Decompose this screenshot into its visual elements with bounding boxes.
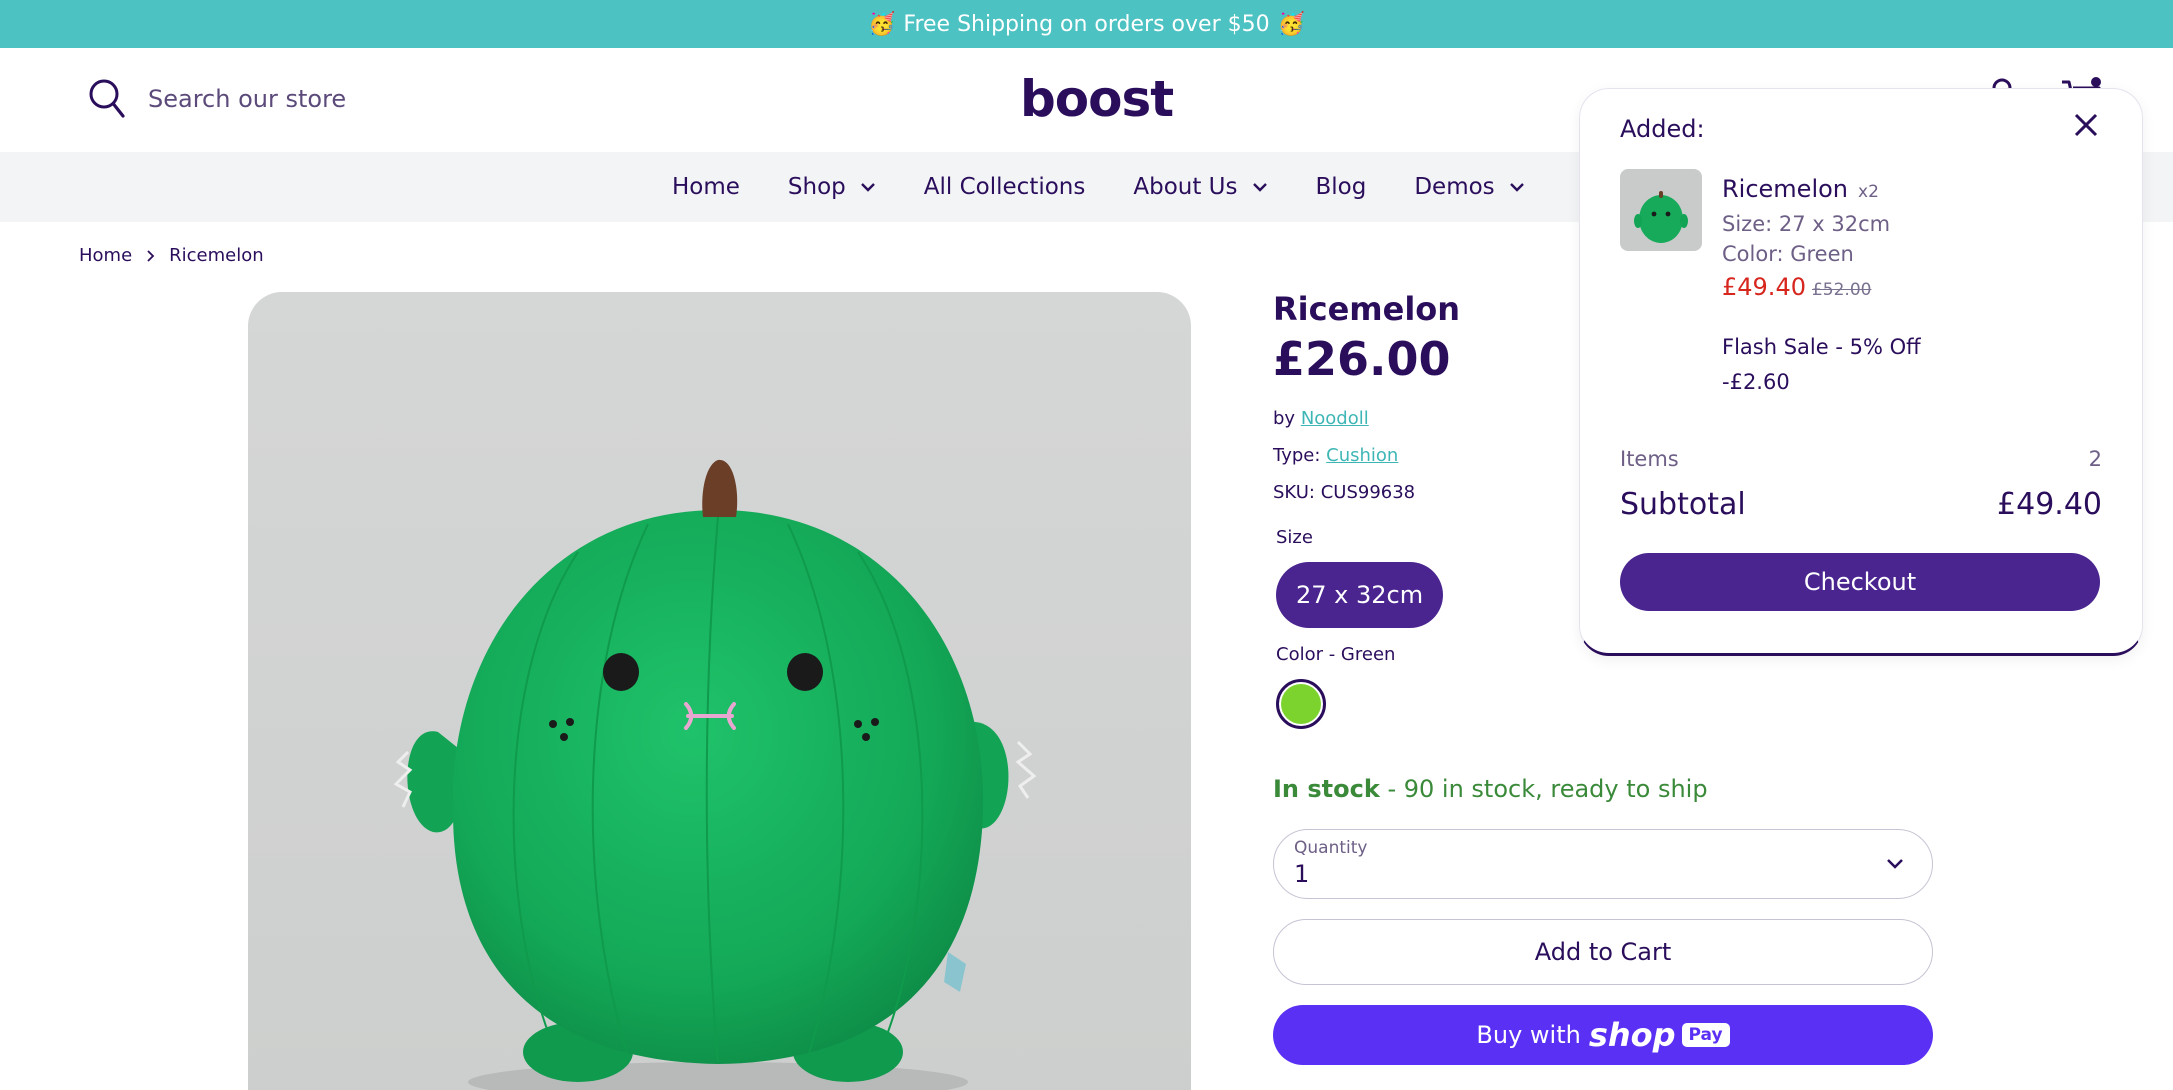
search-icon[interactable] [88, 78, 126, 120]
ricemelon-plush-illustration [393, 459, 1037, 1090]
pay-badge: Pay [1681, 1023, 1730, 1047]
announcement-text: Free Shipping on orders over $50 [903, 11, 1270, 37]
nav-item-shop[interactable]: Shop [788, 174, 876, 200]
nav-item-home[interactable]: Home [672, 174, 740, 200]
quantity-label: Quantity [1294, 838, 1368, 858]
size-option-button[interactable]: 27 x 32cm [1276, 562, 1444, 628]
cart-added-popup: Added: Ricemelon x2 Size: 27 x 32cm Color… [1579, 88, 2143, 656]
search-input[interactable] [148, 85, 528, 113]
quantity-select[interactable]: Quantity 1 [1273, 829, 1933, 899]
color-swatch-green[interactable] [1276, 679, 1326, 729]
chevron-right-icon [147, 249, 155, 262]
cart-item-name-row: Ricemelon x2 [1722, 175, 1879, 203]
nav-item-all-collections[interactable]: All Collections [924, 174, 1086, 200]
nav-item-label: All Collections [923, 174, 1086, 200]
subtotal-label: Subtotal [1620, 487, 1746, 522]
color-swatch-fill [1281, 684, 1321, 724]
subtotal-value: £49.40 [1997, 487, 2102, 522]
site-logo[interactable]: boost [1020, 70, 1174, 128]
stock-strong: In stock [1273, 775, 1380, 803]
chevron-down-icon [1509, 183, 1524, 192]
items-label: Items [1620, 447, 1679, 471]
buy-with-label: Buy with [1476, 1021, 1581, 1049]
added-label: Added: [1620, 115, 1705, 143]
shop-logo: shop [1588, 1016, 1676, 1054]
nav-item-label: Home [672, 174, 740, 200]
chevron-down-icon [1252, 183, 1267, 192]
party-emoji-right: 🥳 [1277, 11, 1305, 37]
type-label: Type: [1273, 445, 1321, 466]
ricemelon-thumb-illustration [1634, 191, 1688, 243]
chevron-down-icon [1887, 859, 1903, 869]
nav-item-blog[interactable]: Blog [1316, 174, 1367, 200]
close-icon[interactable] [2072, 111, 2100, 139]
breadcrumb-current: Ricemelon [169, 245, 264, 266]
nav-item-label: Demos [1414, 174, 1495, 200]
nav-item-label: Blog [1315, 174, 1367, 200]
chevron-down-icon [860, 183, 875, 192]
cart-item-thumbnail[interactable] [1620, 169, 1702, 251]
nav-item-about-us[interactable]: About Us [1133, 174, 1267, 200]
stock-detail: - 90 in stock, ready to ship [1379, 775, 1708, 803]
cart-item-name[interactable]: Ricemelon [1722, 175, 1848, 203]
buy-with-shop-pay-button[interactable]: Buy with shop Pay [1273, 1005, 1933, 1065]
search-bar[interactable] [88, 78, 528, 120]
items-count: 2 [2088, 447, 2102, 471]
checkout-button[interactable]: Checkout [1620, 553, 2100, 611]
product-image[interactable] [248, 292, 1191, 1090]
cart-item-size: Size: 27 x 32cm [1722, 212, 1891, 236]
add-to-cart-button[interactable]: Add to Cart [1273, 919, 1933, 985]
stock-status: In stock - 90 in stock, ready to ship [1273, 775, 1933, 803]
cart-item-old-price: £52.00 [1811, 280, 1872, 300]
vendor-link[interactable]: Noodoll [1301, 408, 1369, 429]
discount-name: Flash Sale - 5% Off [1722, 335, 1921, 359]
quantity-value: 1 [1294, 860, 1310, 888]
cart-item-color: Color: Green [1722, 242, 1854, 266]
nav-item-label: About Us [1133, 174, 1238, 200]
cart-item-price-row: £49.40 £52.00 [1722, 273, 1871, 301]
announcement-bar: 🥳 Free Shipping on orders over $50 🥳 [0, 0, 2173, 48]
type-link[interactable]: Cushion [1326, 445, 1398, 466]
nav-item-label: Shop [787, 174, 846, 200]
vendor-label: by [1273, 408, 1296, 429]
party-emoji-left: 🥳 [867, 11, 896, 37]
breadcrumb-home[interactable]: Home [79, 245, 132, 266]
nav-item-demos[interactable]: Demos [1414, 174, 1524, 200]
cart-item-price: £49.40 [1722, 273, 1806, 301]
discount-amount: -£2.60 [1722, 370, 1790, 394]
breadcrumb: Home Ricemelon [79, 245, 264, 266]
cart-item-qty: x2 [1858, 182, 1879, 202]
